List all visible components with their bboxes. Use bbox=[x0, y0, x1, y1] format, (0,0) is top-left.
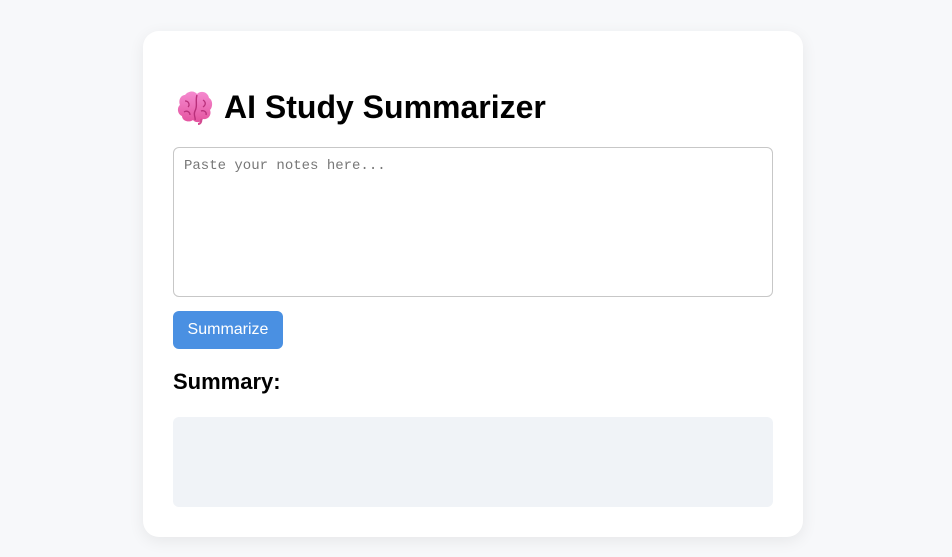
summary-output bbox=[173, 417, 773, 507]
summarizer-card: AI Study Summarizer Summarize Summary: bbox=[143, 31, 803, 537]
summarize-button[interactable]: Summarize bbox=[173, 311, 283, 349]
page-title-text: AI Study Summarizer bbox=[224, 89, 546, 125]
notes-input[interactable] bbox=[173, 147, 773, 297]
page-title: AI Study Summarizer bbox=[176, 89, 546, 125]
brain-icon bbox=[176, 89, 214, 125]
summary-heading: Summary: bbox=[173, 369, 281, 394]
